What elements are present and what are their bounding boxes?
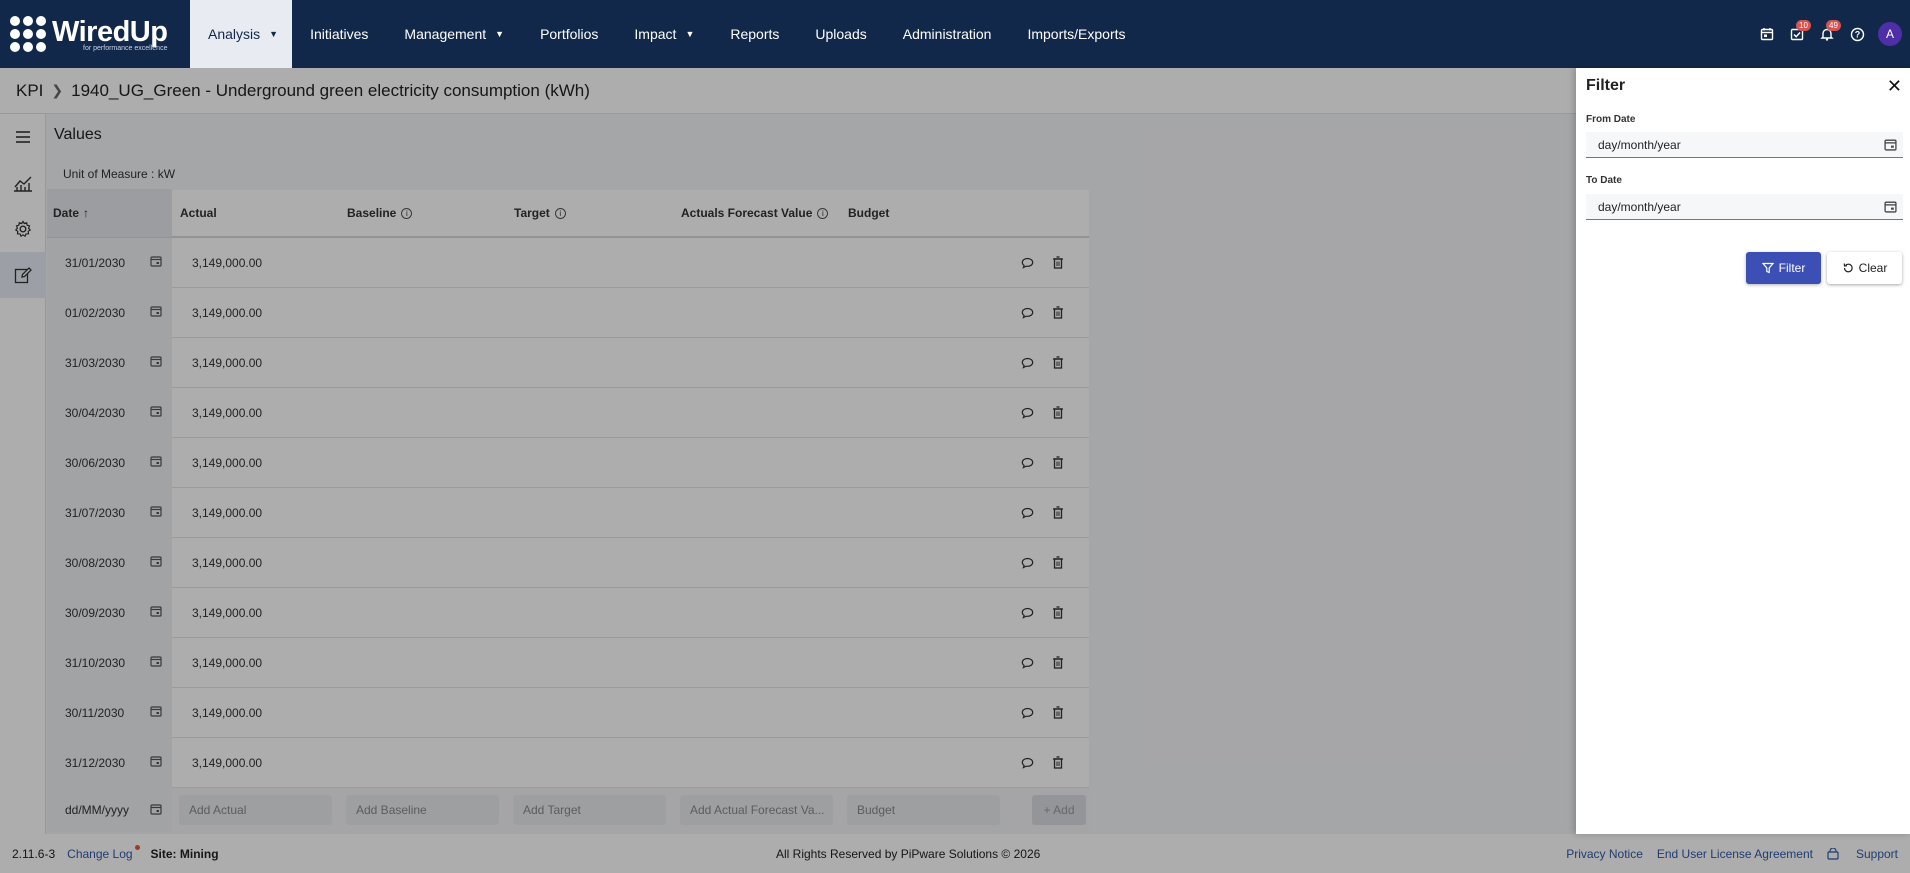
- from-date-value: day/month/year: [1598, 137, 1681, 152]
- clear-button[interactable]: Clear: [1827, 252, 1902, 284]
- nav-analysis[interactable]: Analysis ▼: [190, 0, 293, 68]
- tasks-badge: 10: [1796, 20, 1811, 31]
- help-icon[interactable]: ?: [1842, 19, 1872, 49]
- calendar-icon[interactable]: [1884, 138, 1897, 154]
- nav-management[interactable]: Management ▼: [386, 0, 522, 68]
- nav-label: Management: [404, 26, 487, 42]
- brand-tagline: for performance excellence: [83, 44, 168, 52]
- chevron-down-icon: ▼: [269, 29, 279, 39]
- nav-reports[interactable]: Reports: [712, 0, 797, 68]
- top-nav: WiredUp for performance excellence Analy…: [0, 0, 1910, 68]
- nav-label: Impact: [634, 26, 677, 42]
- calendar-icon[interactable]: [1884, 200, 1897, 216]
- nav-portfolios[interactable]: Portfolios: [522, 0, 616, 68]
- tasks-icon[interactable]: 10: [1782, 19, 1812, 49]
- close-icon[interactable]: ✕: [1887, 76, 1902, 97]
- nav-uploads[interactable]: Uploads: [797, 0, 884, 68]
- funnel-icon: [1761, 262, 1774, 274]
- to-date-label: To Date: [1586, 175, 1622, 186]
- to-date-value: day/month/year: [1598, 199, 1681, 214]
- nav-label: Uploads: [815, 26, 867, 42]
- filter-button[interactable]: Filter: [1746, 252, 1821, 284]
- nav-label: Analysis: [208, 26, 261, 42]
- logo-dots-icon: [10, 16, 46, 52]
- nav-initiatives[interactable]: Initiatives: [292, 0, 386, 68]
- clear-button-label: Clear: [1858, 261, 1888, 275]
- nav-administration[interactable]: Administration: [885, 0, 1010, 68]
- filter-panel: Filter ✕ From Date day/month/year To Dat…: [1576, 68, 1910, 834]
- filter-title: Filter: [1586, 77, 1626, 94]
- from-date-label: From Date: [1586, 114, 1636, 125]
- nav-label: Imports/Exports: [1027, 26, 1126, 42]
- svg-text:?: ?: [1854, 29, 1860, 39]
- nav-impact[interactable]: Impact ▼: [616, 0, 712, 68]
- brand-name: WiredUp: [52, 15, 168, 48]
- calendar-icon[interactable]: [1752, 19, 1782, 49]
- to-date-field[interactable]: day/month/year: [1586, 194, 1903, 220]
- nav-label: Administration: [902, 26, 992, 42]
- from-date-field[interactable]: day/month/year: [1586, 132, 1903, 158]
- filter-button-label: Filter: [1778, 261, 1806, 275]
- bell-icon[interactable]: 49: [1812, 19, 1842, 49]
- avatar[interactable]: A: [1878, 22, 1902, 46]
- chevron-down-icon: ▼: [495, 29, 505, 39]
- nav-label: Portfolios: [540, 26, 599, 42]
- nav-label: Initiatives: [310, 26, 369, 42]
- brand-logo[interactable]: WiredUp for performance excellence: [0, 0, 190, 68]
- nav-label: Reports: [730, 26, 780, 42]
- chevron-down-icon: ▼: [685, 29, 695, 39]
- reset-icon: [1843, 263, 1853, 273]
- nav-imports-exports[interactable]: Imports/Exports: [1009, 0, 1143, 68]
- notifications-badge: 49: [1826, 20, 1841, 31]
